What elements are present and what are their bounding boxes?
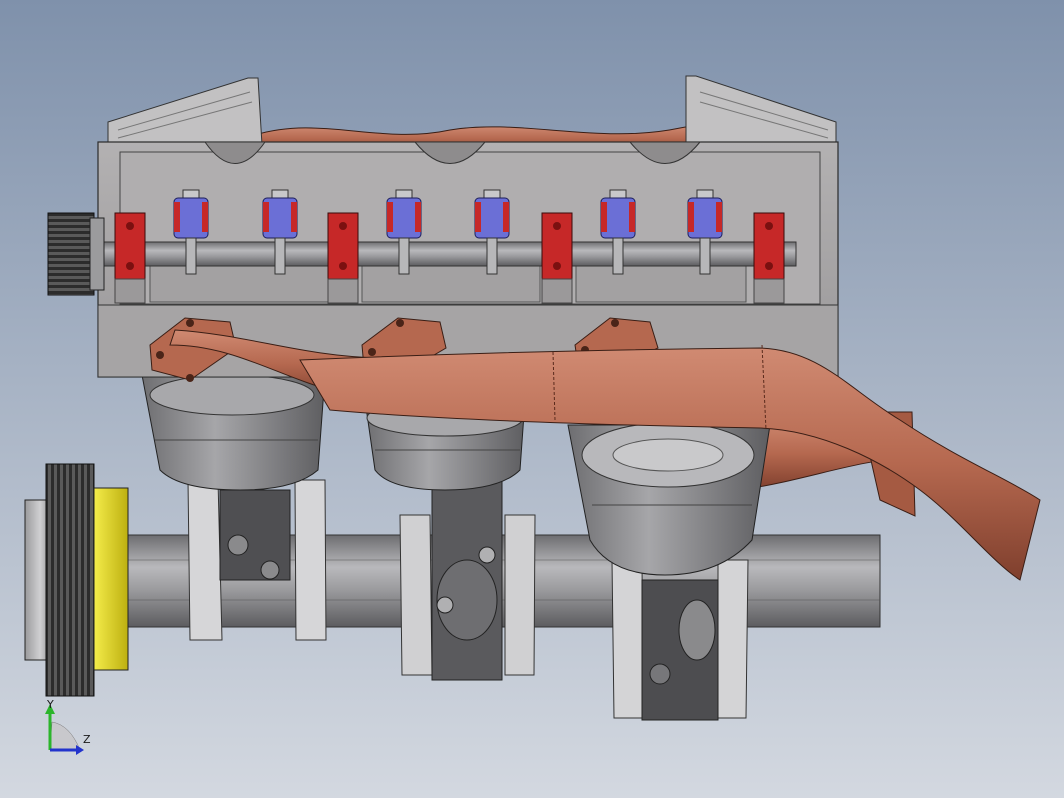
cam-sprocket[interactable] xyxy=(47,212,105,296)
rocker-bracket-4[interactable] xyxy=(753,212,785,304)
triad-y-label: Y xyxy=(47,698,54,711)
crank-pulley[interactable] xyxy=(45,463,129,697)
triad-z-label: Z xyxy=(83,733,91,746)
engine-assembly-model[interactable] xyxy=(0,0,1064,798)
rocker-bracket-1[interactable] xyxy=(114,212,146,304)
rocker-bracket-3[interactable] xyxy=(541,212,573,304)
cad-3d-viewport[interactable]: Y Z xyxy=(0,0,1064,798)
connecting-rod-3[interactable] xyxy=(611,559,749,721)
piston-1[interactable] xyxy=(141,374,326,491)
rocker-bracket-2[interactable] xyxy=(327,212,359,304)
